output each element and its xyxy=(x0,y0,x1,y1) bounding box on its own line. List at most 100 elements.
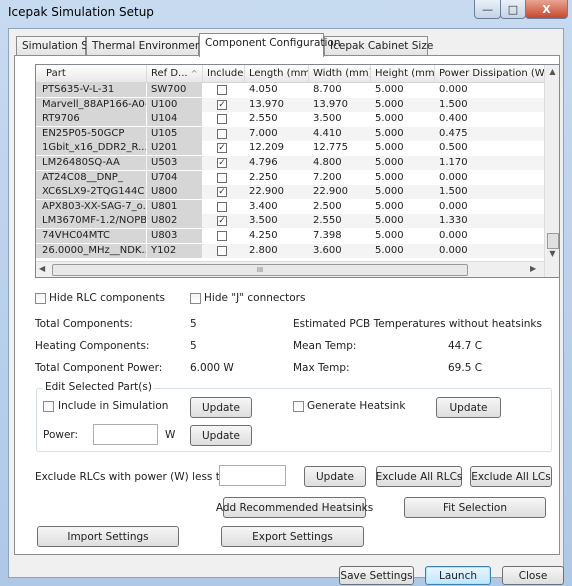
column-header-include[interactable]: Include xyxy=(203,65,245,82)
vertical-scrollbar[interactable]: ▲ ▼ xyxy=(544,65,559,277)
generate-heatsink-checkbox[interactable] xyxy=(293,401,304,412)
column-header-ref[interactable]: Ref D... ^ xyxy=(147,65,203,82)
include-checkbox[interactable] xyxy=(217,85,227,95)
update-heatsink-button[interactable]: Update xyxy=(436,397,501,418)
table-row[interactable]: Marvell_88AP166-A0-...U100 ✓ 13.970 13.970 5… xyxy=(36,97,546,112)
exclude-rlc-label: Exclude RLCs with power (W) less than: xyxy=(35,471,244,483)
maximize-button[interactable]: □ xyxy=(500,0,526,19)
include-checkbox[interactable] xyxy=(217,231,227,241)
sort-ascending-icon: ^ xyxy=(190,69,198,78)
cell-ref: U105 xyxy=(147,126,202,141)
table-row[interactable]: APX803-XX-SAG-7_o... U801 3.400 2.500 5.000 0… xyxy=(36,199,546,214)
cell-ref: U800 xyxy=(147,185,202,200)
column-header-power[interactable]: Power Dissipation (W) xyxy=(435,65,546,82)
include-checkbox[interactable] xyxy=(217,114,227,125)
cell-part: XC6SLX9-2TQG144C xyxy=(36,185,146,200)
include-checkbox[interactable]: ✓ xyxy=(217,187,227,198)
cell-length: 12.209 xyxy=(249,142,284,154)
include-cell xyxy=(203,229,244,243)
column-header-length[interactable]: Length (mm) xyxy=(245,65,309,82)
include-checkbox[interactable] xyxy=(217,128,227,139)
vertical-scroll-thumb[interactable] xyxy=(547,233,559,249)
include-cell xyxy=(203,112,244,126)
cell-part: LM3670MF-1.2/NOPB xyxy=(36,214,146,229)
include-checkbox[interactable] xyxy=(217,201,227,212)
export-settings-button[interactable]: Export Settings xyxy=(221,526,364,547)
scroll-right-icon[interactable]: ▶ xyxy=(530,264,536,273)
component-table[interactable]: Part Ref D... ^ Include Length (mm) Widt… xyxy=(35,64,560,278)
column-header-height[interactable]: Height (mm) xyxy=(371,65,435,82)
launch-button[interactable]: Launch xyxy=(425,566,491,585)
hide-rlc-checkbox[interactable] xyxy=(35,293,46,304)
include-cell xyxy=(203,200,244,214)
import-settings-button[interactable]: Import Settings xyxy=(37,526,179,547)
exclude-all-lcs-button[interactable]: Exclude All LCs xyxy=(470,466,552,487)
save-settings-button[interactable]: Save Settings xyxy=(339,566,414,585)
include-checkbox[interactable] xyxy=(217,245,227,256)
mean-temp-value: 44.7 C xyxy=(448,340,483,352)
include-checkbox[interactable]: ✓ xyxy=(217,143,227,154)
update-power-button[interactable]: Update xyxy=(190,425,252,446)
table-row[interactable]: XC6SLX9-2TQG144C U800 ✓ 22.900 22.900 5.000 1.… xyxy=(36,185,546,200)
close-window-button[interactable]: X xyxy=(525,0,568,19)
tab-thermal-environment[interactable]: Thermal Environment xyxy=(86,36,206,56)
cell-height: 5.000 xyxy=(375,84,404,95)
hide-rlc-label: Hide RLC components xyxy=(49,292,165,304)
table-row[interactable]: 26.0000_MHz__NDK... Y102 2.800 3.600 5.000 0.… xyxy=(36,243,546,258)
cell-width: 12.775 xyxy=(313,142,348,154)
include-cell xyxy=(203,83,244,97)
minimize-button[interactable]: — xyxy=(474,0,501,19)
update-include-button[interactable]: Update xyxy=(190,397,252,418)
scroll-left-icon[interactable]: ◀ xyxy=(39,264,45,273)
table-row[interactable]: LM3670MF-1.2/NOPB U802 ✓ 3.500 2.550 5.000 1.3… xyxy=(36,214,546,229)
table-row[interactable]: 74VHC04MTC U803 4.250 7.398 5.000 0.000 xyxy=(36,229,546,243)
update-exclude-button[interactable]: Update xyxy=(304,466,366,487)
table-row[interactable]: AT24C08__DNP_ U704 2.250 7.200 5.000 0.000 xyxy=(36,170,546,185)
close-button[interactable]: Close xyxy=(502,566,564,585)
include-checkbox[interactable]: ✓ xyxy=(217,216,227,227)
power-unit-label: W xyxy=(165,429,176,441)
horizontal-scrollbar[interactable]: ◀ III ▶ xyxy=(36,261,544,277)
cell-part: 74VHC04MTC xyxy=(36,229,146,243)
cell-length: 4.250 xyxy=(249,230,278,241)
tab-component-configuration[interactable]: Component Configuration xyxy=(199,33,341,57)
exclude-all-rlcs-button[interactable]: Exclude All RLCs xyxy=(376,466,462,487)
exclude-power-input[interactable] xyxy=(219,465,286,486)
column-header-part[interactable]: Part xyxy=(36,65,147,82)
tab-label: Component Configuration xyxy=(205,37,341,49)
table-row[interactable]: RT9706 U104 2.550 3.500 5.000 0.400 xyxy=(36,112,546,127)
hide-j-checkbox[interactable] xyxy=(190,293,201,304)
cell-ref: U801 xyxy=(147,199,202,214)
horizontal-scroll-thumb[interactable]: III xyxy=(52,264,468,276)
cell-length: 2.800 xyxy=(249,244,278,256)
window-title: Icepak Simulation Setup xyxy=(8,5,154,19)
cell-length: 7.000 xyxy=(249,127,278,139)
table-row[interactable]: EN25P05-50GCP U105 7.000 4.410 5.000 0.475 xyxy=(36,126,546,141)
include-in-simulation-checkbox[interactable] xyxy=(43,401,54,412)
close-icon: X xyxy=(542,2,551,16)
add-recommended-heatsinks-button[interactable]: Add Recommended Heatsinks xyxy=(216,497,373,518)
table-header: Part Ref D... ^ Include Length (mm) Widt… xyxy=(36,65,546,83)
fit-selection-button[interactable]: Fit Selection xyxy=(404,497,546,518)
include-checkbox[interactable] xyxy=(217,172,227,183)
cell-power: 0.500 xyxy=(439,142,468,154)
tab-label: Icepak Cabinet Size xyxy=(330,40,434,52)
power-input[interactable] xyxy=(93,424,158,445)
include-cell xyxy=(203,127,244,141)
cell-width: 2.550 xyxy=(313,215,342,227)
scroll-down-icon[interactable]: ▼ xyxy=(545,249,559,258)
table-row[interactable]: PTS635-V-L-31 SW700 4.050 8.700 5.000 0.000 xyxy=(36,83,546,97)
include-checkbox[interactable]: ✓ xyxy=(217,158,227,168)
include-checkbox[interactable]: ✓ xyxy=(217,99,227,110)
tab-simulation-setup[interactable]: Simulation Setup xyxy=(16,36,112,56)
table-row[interactable]: 1Gbit_x16_DDR2_R... U201 ✓ 12.209 12.775 5.00… xyxy=(36,141,546,156)
cell-width: 3.600 xyxy=(313,244,342,256)
cell-height: 5.000 xyxy=(375,127,404,139)
cell-height: 5.000 xyxy=(375,98,404,110)
total-components-value: 5 xyxy=(190,318,197,330)
cell-height: 5.000 xyxy=(375,200,404,212)
heating-components-value: 5 xyxy=(190,340,197,352)
table-row[interactable]: LM26480SQ-AA U503 ✓ 4.796 4.800 5.000 1.170 xyxy=(36,156,546,170)
scroll-up-icon[interactable]: ▲ xyxy=(545,67,559,76)
column-header-width[interactable]: Width (mm) xyxy=(309,65,371,82)
